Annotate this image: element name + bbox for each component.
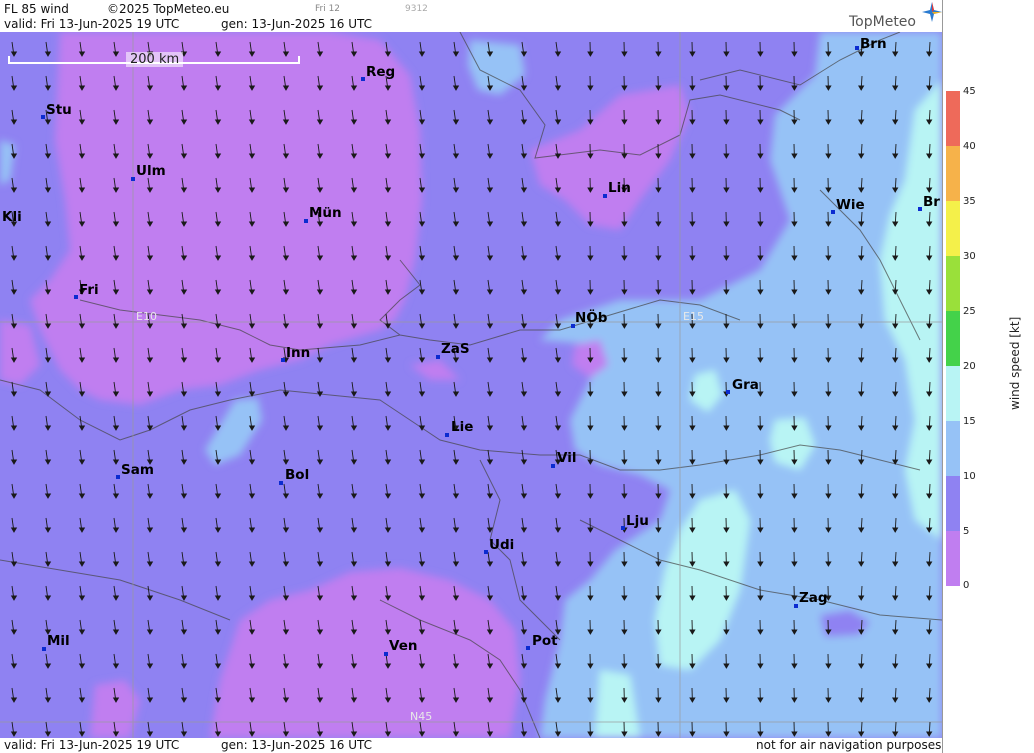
product-title: FL 85 wind [4, 2, 69, 16]
city-label: Vil [557, 450, 577, 466]
city-label: NÖb [575, 310, 608, 326]
legend-tick: 0 [963, 580, 970, 591]
valid-time: valid: Fri 13-Jun-2025 19 UTC [4, 17, 180, 31]
grid-label-e10: E10 [136, 310, 157, 323]
legend-tick: 15 [963, 416, 976, 427]
legend-title: wind speed [kt] [1008, 316, 1022, 410]
city-label: Bol [285, 467, 310, 483]
city-label: Br [923, 194, 940, 210]
run-code: 9312 [405, 4, 428, 14]
city-label: Sam [121, 462, 154, 478]
legend-tick: 45 [963, 86, 976, 97]
city-label: Ven [389, 638, 418, 654]
city-label: Mil [47, 633, 70, 649]
legend-tick: 30 [963, 251, 976, 262]
legend-tick: 40 [963, 141, 976, 152]
city-label: ZaS [441, 341, 470, 357]
city-label: Lin [608, 180, 631, 196]
copyright: ©2025 TopMeteo.eu [107, 2, 230, 16]
legend-tick: 35 [963, 196, 976, 207]
footer-valid-time: valid: Fri 13-Jun-2025 19 UTC [4, 738, 180, 752]
legend-tick: 25 [963, 306, 976, 317]
legend-color-bar [946, 91, 960, 586]
legend-tick: 5 [963, 526, 970, 537]
city-label: Gra [732, 377, 759, 393]
city-label: Ulm [136, 163, 166, 179]
footer-disclaimer: not for air navigation purposes [756, 738, 942, 752]
city-label: Pot [532, 633, 558, 649]
city-label: Udi [489, 537, 515, 553]
legend-tick: 10 [963, 471, 976, 482]
scale-bar-label: 200 km [126, 52, 184, 67]
footer-gen-time: gen: 13-Jun-2025 16 UTC [221, 738, 373, 752]
legend-tick: 20 [963, 361, 976, 372]
city-label: Fri [79, 282, 99, 298]
city-label: Stu [46, 102, 72, 118]
wind-field [0, 32, 942, 738]
scale-bar: 200 km [8, 52, 300, 68]
wind-map[interactable]: 200 km E10 E15 N45 Brn Reg Stu Ulm Kli M… [0, 32, 942, 738]
compass-star-icon [922, 2, 942, 22]
grid-label-e15: E15 [683, 310, 704, 323]
city-label: Kli [2, 209, 22, 225]
city-label: Mün [309, 205, 342, 221]
grid-label-n45: N45 [410, 710, 433, 723]
city-label: Brn [860, 36, 887, 52]
footer: valid: Fri 13-Jun-2025 19 UTC gen: 13-Ju… [0, 738, 942, 753]
day-tab[interactable]: Fri 12 [315, 4, 340, 14]
city-label: Lie [451, 419, 474, 435]
city-label: Inn [286, 345, 311, 361]
city-label: Wie [836, 197, 865, 213]
gen-time: gen: 13-Jun-2025 16 UTC [221, 17, 373, 31]
city-label: Lju [626, 513, 649, 529]
city-label: Zag [799, 590, 828, 606]
topmeteo-logo: TopMeteo [849, 14, 916, 30]
city-label: Reg [366, 64, 396, 80]
header: FL 85 wind ©2025 TopMeteo.eu Fri 12 9312… [0, 0, 942, 32]
